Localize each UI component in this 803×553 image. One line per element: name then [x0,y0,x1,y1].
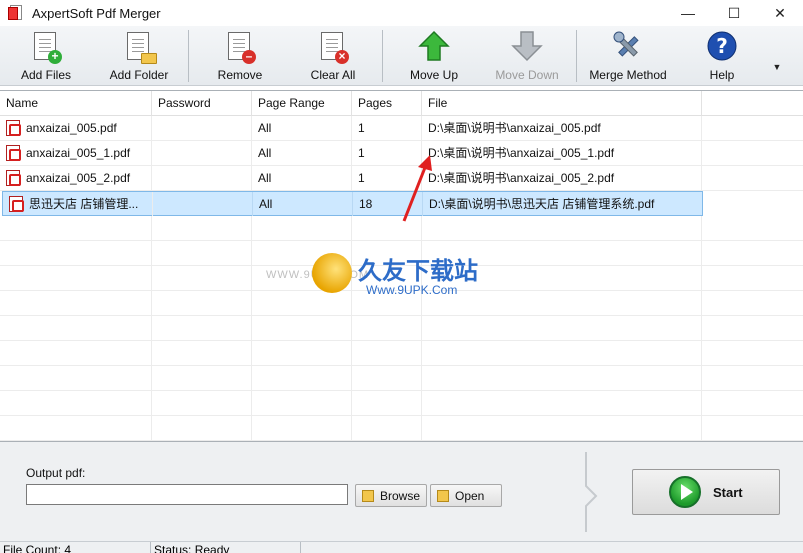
maximize-button[interactable]: ☐ [711,0,757,26]
arrow-down-icon [509,30,545,64]
toolbar: + Add Files Add Folder – Remove × Clear … [0,26,803,86]
status-bar: File Count: 4 Status: Ready [0,541,803,553]
folder-open-icon [437,489,449,502]
cell-file: D:\桌面\说明书\anxaizai_005_2.pdf [422,166,702,190]
toolbar-separator [382,30,383,82]
close-button[interactable]: ✕ [757,0,803,26]
title-bar: AxpertSoft Pdf Merger — ☐ ✕ [0,0,803,26]
open-button[interactable]: Open [430,484,502,507]
table-row-selected[interactable]: 思迅天店 店铺管理... All 18 D:\桌面\说明书\思迅天店 店铺管理系… [2,191,703,216]
remove-file-icon: – [222,30,258,64]
browse-label: Browse [380,488,421,503]
remove-label: Remove [217,68,263,82]
add-file-icon: + [28,30,64,64]
help-button[interactable]: ? Help [702,30,742,84]
tools-icon [610,30,646,64]
cell-file: D:\桌面\说明书\思迅天店 店铺管理系统.pdf [429,197,655,211]
minimize-button[interactable]: — [665,0,711,26]
start-button[interactable]: Start [632,469,780,515]
move-down-button[interactable]: Move Down [492,30,562,84]
cell-page-range: All [252,166,352,190]
cell-name: anxaizai_005_1.pdf [0,141,152,165]
pdf-file-icon [9,196,24,212]
column-header-filler [702,91,803,116]
column-header-name[interactable]: Name [0,91,152,116]
cell-page-range: All [252,141,352,165]
cell-password [152,116,252,140]
cell-password [152,141,252,165]
add-files-button[interactable]: + Add Files [14,30,78,84]
move-up-label: Move Up [409,68,459,82]
app-pdf-icon [8,5,24,21]
empty-row [0,316,803,341]
cell-file: D:\桌面\说明书\anxaizai_005.pdf [422,116,702,140]
cell-name: anxaizai_005.pdf [0,116,152,140]
cell-page-range: All [253,192,353,216]
svg-text:?: ? [716,34,728,58]
column-header-pages[interactable]: Pages [352,91,422,116]
watermark-brand: 久友下载站 [358,257,478,285]
status-separator [300,542,301,553]
help-icon: ? [704,30,740,64]
cell-page-range: All [252,116,352,140]
clear-all-button[interactable]: × Clear All [304,30,362,84]
cell-name: 思迅天店 店铺管理... [3,192,153,216]
column-header-page-range[interactable]: Page Range [252,91,352,116]
toolbar-separator [188,30,189,82]
empty-row [0,366,803,391]
empty-row [0,391,803,416]
pdf-file-icon [6,145,21,161]
cell-name: anxaizai_005_2.pdf [0,166,152,190]
move-up-button[interactable]: Move Up [404,30,464,84]
add-folder-icon [121,30,157,64]
add-files-label: Add Files [20,68,72,82]
browse-button[interactable]: Browse [355,484,427,507]
toolbar-overflow-button[interactable]: ▼ [768,30,786,84]
clear-all-label: Clear All [310,68,356,82]
file-list-table[interactable]: Name Password Page Range Pages File anxa… [0,90,803,442]
help-label: Help [709,68,735,82]
remove-button[interactable]: – Remove [210,30,270,84]
open-label: Open [455,488,485,503]
table-row[interactable]: anxaizai_005.pdf All 1 D:\桌面\说明书\anxaiza… [0,116,803,141]
column-header-password[interactable]: Password [152,91,252,116]
app-status: Status: Ready [154,543,230,553]
pdf-file-icon [6,120,21,136]
add-folder-label: Add Folder [109,68,169,82]
empty-row [0,416,803,441]
watermark-url: Www.9UPK.Com [366,283,458,297]
window-controls: — ☐ ✕ [665,0,803,26]
watermark: WWW.9UPK.COM 久友下载站 Www.9UPK.Com [266,249,520,309]
move-down-label: Move Down [495,68,559,82]
cell-file: D:\桌面\说明书\anxaizai_005_1.pdf [422,141,702,165]
watermark-logo-icon [312,253,352,293]
output-pdf-label: Output pdf: [26,466,86,480]
output-panel: Output pdf: Browse Open Start [0,442,803,541]
start-label: Start [713,484,743,500]
merge-method-button[interactable]: Merge Method [586,30,670,84]
column-header-file[interactable]: File [422,91,702,116]
pdf-file-icon [6,170,21,186]
file-count-status: File Count: 4 [3,543,72,553]
play-icon [669,476,701,508]
folder-icon [362,489,374,502]
cell-password [153,192,253,216]
toolbar-separator [576,30,577,82]
arrow-up-icon [416,30,452,64]
cell-password [152,166,252,190]
table-header: Name Password Page Range Pages File [0,91,803,116]
window-title: AxpertSoft Pdf Merger [32,5,161,21]
cell-pages: 1 [352,116,422,140]
chevron-right-icon [585,452,598,532]
chevron-down-icon: ▼ [772,62,782,72]
empty-row [0,341,803,366]
output-pdf-input[interactable] [26,484,348,505]
merge-method-label: Merge Method [589,68,667,82]
add-folder-button[interactable]: Add Folder [104,30,174,84]
clear-all-icon: × [315,30,351,64]
annotation-arrow-icon [402,155,432,222]
